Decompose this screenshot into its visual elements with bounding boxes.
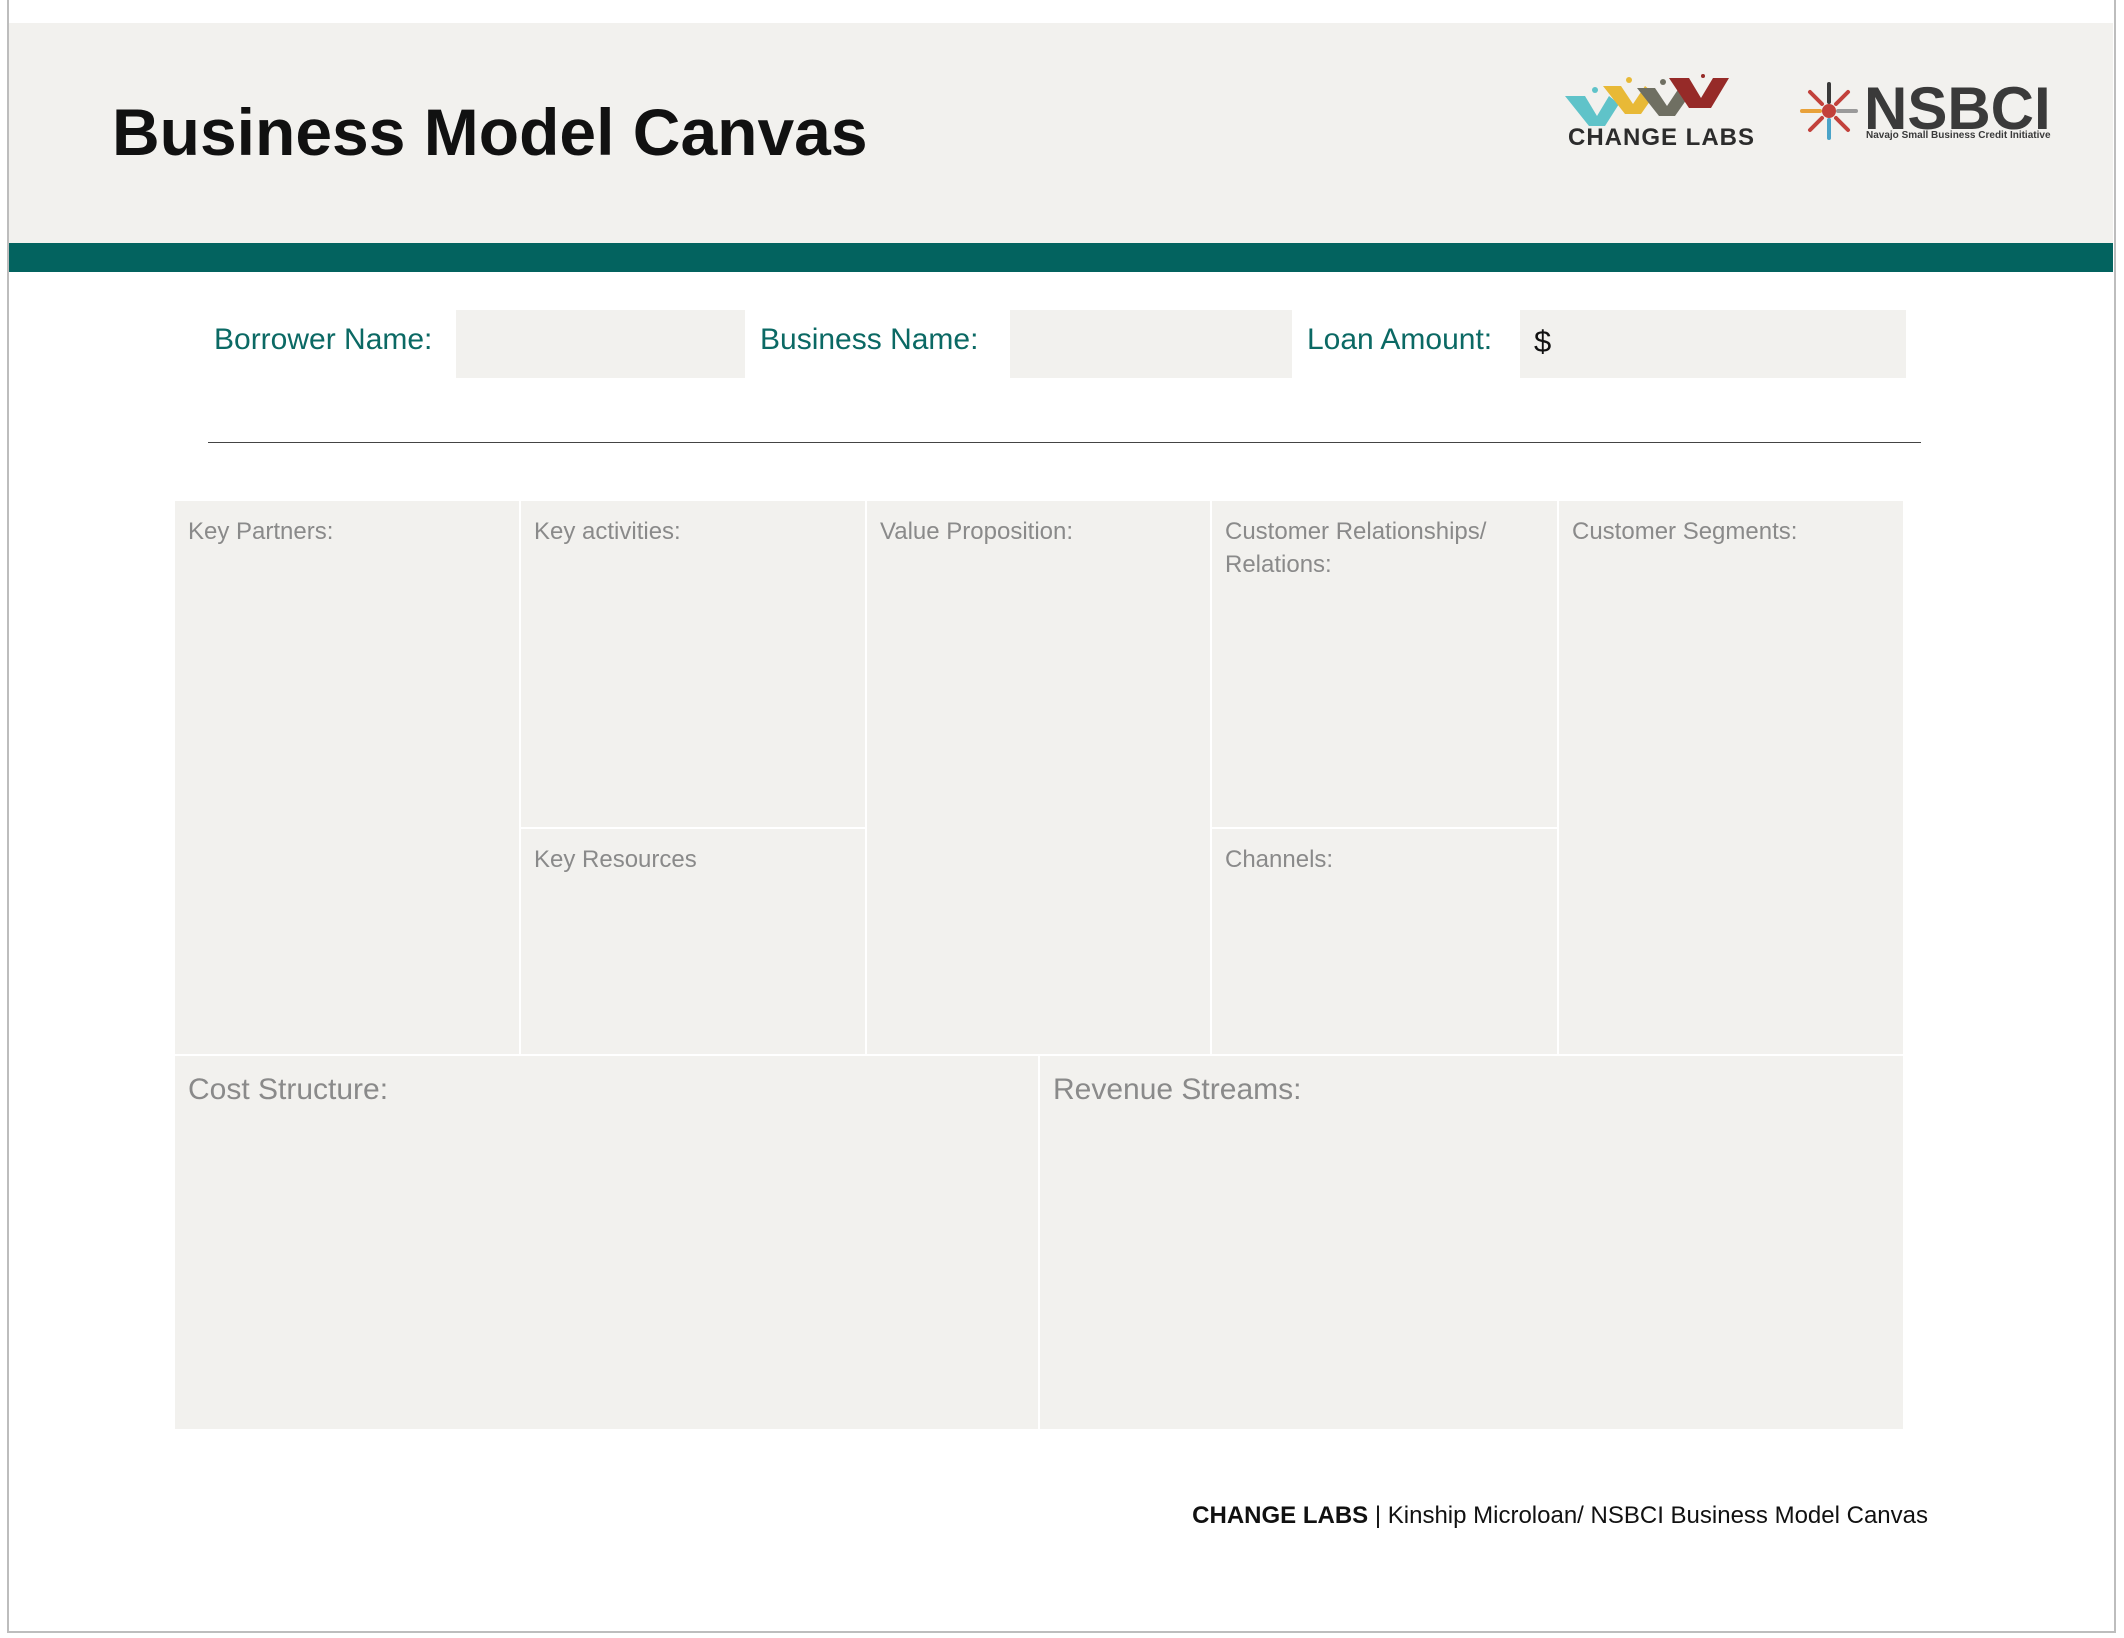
business-model-canvas: Key Partners: Key activities: Key Resour… — [175, 501, 1903, 1429]
key-resources-cell[interactable]: Key Resources — [521, 829, 865, 1054]
key-activities-label: Key activities: — [534, 518, 681, 545]
cost-structure-cell[interactable]: Cost Structure: — [175, 1056, 1038, 1429]
form-divider-line — [208, 442, 1921, 443]
change-labs-wordmark: CHANGE LABS — [1568, 124, 1756, 151]
dollar-sign: $ — [1534, 324, 1552, 359]
key-activities-cell[interactable]: Key activities: — [521, 501, 865, 827]
customer-relationships-line2: Relations: — [1225, 551, 1332, 578]
borrower-name-field[interactable] — [456, 310, 745, 378]
channels-cell[interactable]: Channels: — [1212, 829, 1557, 1054]
key-partners-cell[interactable]: Key Partners: — [175, 501, 519, 1054]
footer-brand: CHANGE LABS — [1192, 1502, 1369, 1529]
customer-relationships-line1: Customer Relationships/ — [1225, 518, 1487, 545]
nsbci-tagline: Navajo Small Business Credit Initiative — [1866, 130, 2051, 141]
loan-amount-label: Loan Amount: — [1307, 323, 1493, 356]
revenue-streams-label: Revenue Streams: — [1053, 1073, 1302, 1106]
header-divider-bar — [9, 243, 2113, 272]
footer-text: CHANGE LABS | Kinship Microloan/ NSBCI B… — [1192, 1502, 1928, 1530]
key-resources-label: Key Resources — [534, 846, 697, 873]
nsbci-star-icon — [1800, 82, 1858, 140]
customer-segments-cell[interactable]: Customer Segments: — [1559, 501, 1903, 1054]
borrower-name-label: Borrower Name: — [214, 323, 433, 356]
key-partners-label: Key Partners: — [188, 518, 334, 545]
customer-segments-label: Customer Segments: — [1572, 518, 1798, 545]
value-proposition-label: Value Proposition: — [880, 518, 1074, 545]
cost-structure-label: Cost Structure: — [188, 1073, 389, 1106]
business-name-label: Business Name: — [760, 323, 979, 356]
loan-amount-field[interactable]: $ — [1520, 310, 1906, 378]
revenue-streams-cell[interactable]: Revenue Streams: — [1040, 1056, 1903, 1429]
page-title: Business Model Canvas — [112, 95, 868, 169]
channels-label: Channels: — [1225, 846, 1334, 873]
customer-relationships-cell[interactable]: Customer Relationships/ Relations: — [1212, 501, 1557, 827]
customer-relationships-label: Customer Relationships/ Relations: — [1225, 515, 1486, 581]
value-proposition-cell[interactable]: Value Proposition: — [867, 501, 1210, 1054]
business-name-field[interactable] — [1010, 310, 1292, 378]
footer-caption: | Kinship Microloan/ NSBCI Business Mode… — [1368, 1502, 1928, 1529]
